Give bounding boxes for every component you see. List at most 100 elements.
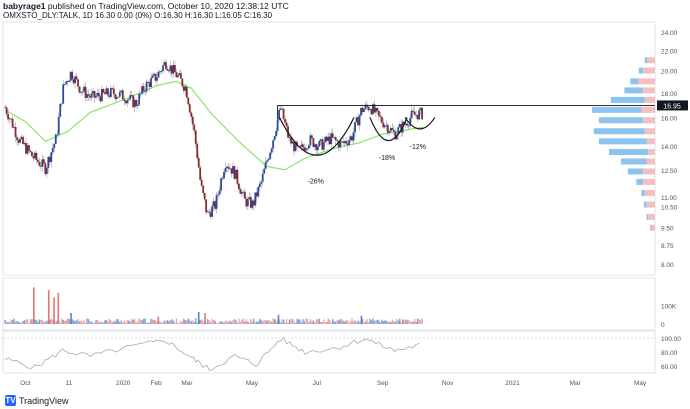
volume-bar [267, 320, 270, 324]
volume-bar [284, 322, 286, 324]
volume-spike [157, 316, 160, 324]
candle-body [246, 198, 249, 207]
volume-bar [7, 321, 9, 324]
candle-body [53, 143, 56, 149]
x-tick-label: Oct [20, 380, 30, 387]
volume-bar [175, 318, 178, 324]
y-tick-label: 18.00 [661, 91, 678, 98]
volume-bar [300, 322, 303, 324]
candle-body [95, 95, 97, 98]
volume-bar [363, 322, 365, 324]
tradingview-logo-icon: TV [5, 395, 16, 406]
candle-body [57, 116, 60, 135]
volume-bar [37, 321, 39, 324]
volume-bar [208, 320, 210, 324]
volume-bar [29, 319, 32, 324]
profile-bar-down [644, 189, 655, 196]
profile-bar-down [641, 106, 655, 113]
volume-bar [215, 322, 218, 324]
volume-bar [151, 319, 154, 324]
candle-body [358, 115, 361, 126]
volume-bar [165, 321, 167, 324]
candle-body [14, 127, 17, 138]
volume-bar [355, 321, 358, 324]
candle-body [188, 104, 191, 113]
volume-bar [43, 322, 45, 324]
candle-body [176, 75, 179, 78]
volume-bar [139, 319, 142, 324]
candle-body [31, 151, 33, 157]
volume-bar [272, 318, 274, 324]
candle-body [413, 111, 416, 115]
tradingview-brand[interactable]: TV TradingView [5, 395, 69, 406]
candle-body [376, 107, 379, 111]
volume-bar [168, 320, 170, 324]
volume-bar [80, 320, 82, 324]
volume-bar [239, 321, 242, 324]
candle-body [224, 168, 227, 172]
volume-bar [257, 321, 259, 324]
volume-bar [236, 322, 239, 324]
x-tick-label: May [634, 380, 647, 387]
profile-bar-up [621, 158, 647, 165]
candle-body [238, 183, 240, 190]
candle-body [310, 135, 313, 138]
volume-bar [68, 319, 70, 324]
candle-body [282, 108, 285, 120]
candle-body [54, 134, 57, 144]
candle-body [162, 65, 164, 72]
candle-body [81, 91, 84, 93]
volume-bar [89, 321, 91, 324]
chart-canvas[interactable]: -26% -18% -12% 16.95 24.00 22.00 20.00 18.00 16… [0, 0, 690, 393]
volume-bar [95, 320, 97, 324]
candle-body [190, 112, 193, 117]
candle-body [187, 97, 190, 105]
footer: TV TradingView [0, 393, 690, 409]
volume-bar [226, 320, 228, 324]
x-tick-label: Jul [313, 380, 322, 387]
candle-body [334, 137, 337, 141]
candle-body [112, 88, 115, 95]
volume-bar [177, 322, 179, 324]
candle-body [197, 157, 200, 168]
candle-body [407, 125, 410, 127]
volume-spike [53, 297, 55, 324]
volume-bar [282, 319, 285, 324]
volume-bar [256, 321, 258, 324]
volume-bar [65, 320, 67, 324]
candle-body [261, 173, 264, 182]
volume-bar [5, 321, 8, 324]
profile-bar-down [648, 213, 655, 220]
volume-bar [93, 322, 96, 324]
candles[interactable] [4, 59, 423, 220]
candle-body [181, 78, 184, 87]
candle-body [98, 92, 100, 97]
volume-bar [336, 320, 338, 324]
candle-body [272, 140, 275, 149]
volume-bar [418, 319, 420, 324]
profile-bar-up [593, 128, 645, 135]
volume-bar [388, 321, 391, 324]
volume-bar [119, 322, 121, 324]
candle-body [205, 199, 208, 213]
candle-body [220, 178, 222, 191]
candle-body [227, 166, 230, 169]
volume-bar [31, 319, 33, 324]
volume-bar [98, 322, 100, 324]
rsi-tick-label: 80.00 [661, 350, 678, 357]
volume-bar [40, 320, 42, 324]
profile-bar-down [650, 224, 655, 231]
volume-bar [281, 319, 283, 324]
candle-body [173, 65, 176, 73]
profile-bar-down [643, 67, 655, 74]
volume-bar [183, 318, 185, 324]
candle-body [118, 91, 121, 97]
volume-bar [114, 321, 117, 324]
volume-bar [265, 320, 267, 324]
volume-bar [200, 319, 203, 324]
candle-body [179, 73, 182, 79]
profile-bar-down [644, 96, 655, 103]
profile-bar-up [630, 78, 638, 85]
volume-spike [197, 312, 200, 324]
volume-bar [72, 320, 75, 324]
